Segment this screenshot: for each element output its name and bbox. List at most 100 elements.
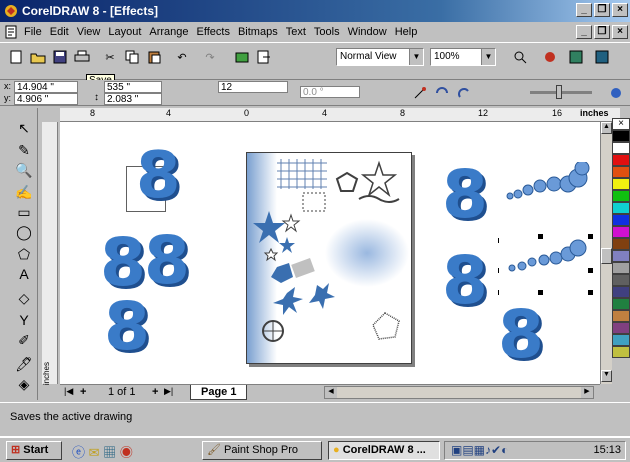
menu-bitmaps[interactable]: Bitmaps [234,26,282,38]
text-tool-icon[interactable]: A [14,266,34,284]
restore-button[interactable]: ❐ [594,3,610,17]
color-swatch[interactable] [612,190,630,202]
menu-tools[interactable]: Tools [310,26,344,38]
view-mode-select[interactable]: Normal View ▼ [336,48,424,66]
color-swatch[interactable] [612,298,630,310]
whats-this-icon[interactable] [592,47,612,67]
color-swatch[interactable] [612,286,630,298]
scroll-right-icon[interactable]: ▶ [581,387,593,398]
height-field[interactable]: 2.083 " [104,93,162,105]
color-swatch[interactable] [612,346,630,358]
menu-effects[interactable]: Effects [193,26,234,38]
coreldraw-app-icon[interactable] [4,4,18,18]
color-swatch[interactable] [612,142,630,154]
transparency-tool-icon[interactable]: Y [14,312,34,330]
paste-icon[interactable] [144,47,164,67]
minimize-button[interactable]: _ [576,3,592,17]
menu-window[interactable]: Window [344,26,391,38]
import-icon[interactable] [232,47,252,67]
taskbar-coreldraw[interactable]: ● CorelDRAW 8 ... [328,441,440,460]
color-swatch[interactable] [612,262,630,274]
doc-minimize-button[interactable]: _ [576,25,592,39]
menu-edit[interactable]: Edit [46,26,73,38]
application-launcher-icon[interactable] [540,47,560,67]
color-swatch[interactable] [612,334,630,346]
new-icon[interactable] [6,47,26,67]
angle-field[interactable]: 0.0 ° [300,86,360,98]
eyedropper-icon[interactable]: ✐ [14,332,34,350]
blend-eight[interactable]: 8 [442,162,488,228]
scale-field[interactable]: 12 [218,81,288,93]
menu-layout[interactable]: Layout [104,26,145,38]
y-position-field[interactable]: 4.906 " [14,93,78,105]
document-icon[interactable] [4,25,18,39]
color-swatch[interactable] [612,322,630,334]
blend-eight[interactable]: 8 [136,144,181,208]
wrap-icon[interactable] [432,83,452,103]
no-color-swatch[interactable]: × [612,118,630,130]
x-position-field[interactable]: 14.904 " [14,81,78,93]
color-swatch[interactable] [612,154,630,166]
menu-arrange[interactable]: Arrange [145,26,192,38]
start-button[interactable]: ⊞ Start [6,441,62,460]
ie-icon[interactable]: ⓔ [72,445,85,460]
pick-tool-icon[interactable]: ↖ [14,120,34,138]
color-swatch[interactable] [612,166,630,178]
page-preview[interactable] [246,152,412,364]
blend-eight[interactable]: 8 [442,248,488,314]
apply-icon[interactable] [606,83,626,103]
menu-file[interactable]: File [20,26,46,38]
desktop-icon[interactable]: ▦ [103,445,116,460]
cut-icon[interactable]: ✂ [100,47,120,67]
menu-help[interactable]: Help [391,26,422,38]
color-swatch[interactable] [612,178,630,190]
blend-eight[interactable]: 8 [100,230,146,296]
scroll-up-icon[interactable]: ▲ [601,122,612,134]
drawing-canvas[interactable]: 8 8 8 8 8 8 8 [60,122,600,384]
blend-eight[interactable]: 8 [104,294,150,360]
page-tab[interactable]: Page 1 [190,385,248,400]
zoom-tool-icon[interactable] [510,47,530,67]
vertical-scrollbar[interactable]: ▲ ▼ [600,122,612,384]
zoom-tool-icon[interactable]: 🔍 [14,162,34,180]
copy-icon[interactable] [122,47,142,67]
align-icon[interactable] [454,83,474,103]
horizontal-scrollbar[interactable]: ◀ ▶ [324,386,594,399]
scroll-down-icon[interactable]: ▼ [601,370,612,382]
fill-tool-icon[interactable]: ◈ [14,376,34,394]
rectangle-tool-icon[interactable]: ▭ [14,204,34,222]
color-swatch[interactable] [612,226,630,238]
first-page-icon[interactable]: |◀ [64,386,73,397]
channels-icon[interactable]: ◉ [120,445,133,460]
ellipse-tool-icon[interactable]: ◯ [14,224,34,242]
polygon-tool-icon[interactable]: ⬠ [14,246,34,264]
color-swatch[interactable] [612,250,630,262]
redo-icon[interactable]: ↷ [200,47,220,67]
doc-close-button[interactable]: × [612,25,628,39]
menu-view[interactable]: View [73,26,105,38]
color-swatch[interactable] [612,274,630,286]
scroll-left-icon[interactable]: ◀ [325,387,337,398]
color-swatch[interactable] [612,202,630,214]
width-field[interactable]: 535 " [104,81,162,93]
zoom-select[interactable]: 100% ▼ [430,48,496,66]
close-button[interactable]: × [612,3,628,17]
outlook-icon[interactable]: ✉ [89,445,100,460]
color-swatch[interactable] [612,238,630,250]
tray-icons[interactable]: ▣▤▦♪✔◐ [451,442,508,459]
export-icon[interactable] [254,47,274,67]
shape-tool-icon[interactable]: ✎ [14,142,34,160]
scroll-thumb[interactable] [601,248,612,264]
color-swatch[interactable] [612,130,630,142]
interactive-fill-icon[interactable]: ◇ [14,290,34,308]
corel-online-icon[interactable] [566,47,586,67]
taskbar-paint-shop-pro[interactable]: 🖌 Paint Shop Pro [202,441,322,460]
mirror-icon[interactable] [410,83,430,103]
color-swatch[interactable] [612,310,630,322]
freehand-tool-icon[interactable]: ✍ [14,184,34,202]
doc-restore-button[interactable]: ❐ [594,25,610,39]
slider-thumb[interactable] [556,85,562,99]
menu-text[interactable]: Text [282,26,310,38]
print-icon[interactable] [72,47,92,67]
add-page-after-icon[interactable]: + [152,386,158,398]
